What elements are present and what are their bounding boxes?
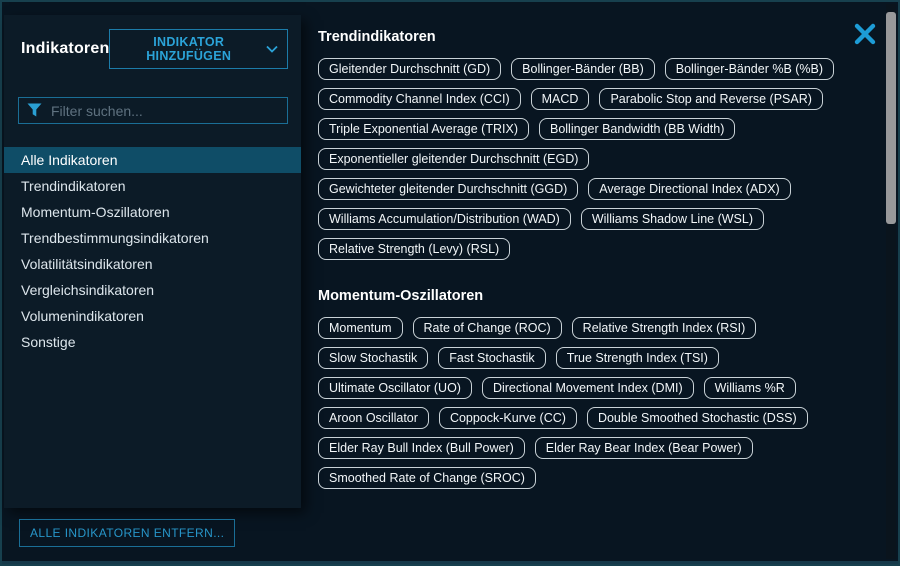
indicator-pill-commodity-channel-index-cci[interactable]: Commodity Channel Index (CCI) (318, 88, 521, 110)
sidebar-item-alle-indikatoren[interactable]: Alle Indikatoren (4, 147, 301, 173)
indicator-pill-slow-stochastik[interactable]: Slow Stochastik (318, 347, 428, 369)
sidebar-item-volatilit-tsindikatoren[interactable]: Volatilitätsindikatoren (4, 251, 301, 277)
indicator-pill-williams-accumulation-distribution-wad[interactable]: Williams Accumulation/Distribution (WAD) (318, 208, 571, 230)
pill-row: Exponentieller gleitender Durchschnitt (… (318, 148, 884, 170)
remove-all-indicators-button[interactable]: ALLE INDIKATOREN ENTFERN... (19, 519, 235, 547)
indicator-pill-directional-movement-index-dmi[interactable]: Directional Movement Index (DMI) (482, 377, 694, 399)
section-title-momentum-oszillatoren: Momentum-Oszillatoren (318, 288, 884, 304)
chevron-down-icon (266, 45, 278, 53)
indicator-pill-true-strength-index-tsi[interactable]: True Strength Index (TSI) (556, 347, 719, 369)
sidebar-header: Indikatoren INDIKATOR HINZUFÜGEN (4, 15, 301, 69)
indicator-pill-williams-shadow-line-wsl[interactable]: Williams Shadow Line (WSL) (581, 208, 764, 230)
sidebar-item-sonstige[interactable]: Sonstige (4, 329, 301, 355)
category-list: Alle IndikatorenTrendindikatorenMomentum… (4, 147, 301, 355)
page-title: Indikatoren (21, 40, 109, 58)
indicator-pill-smoothed-rate-of-change-sroc[interactable]: Smoothed Rate of Change (SROC) (318, 467, 536, 489)
indicator-pill-coppock-kurve-cc[interactable]: Coppock-Kurve (CC) (439, 407, 577, 429)
indicator-pill-momentum[interactable]: Momentum (318, 317, 403, 339)
sidebar-item-vergleichsindikatoren[interactable]: Vergleichsindikatoren (4, 277, 301, 303)
pill-row: Triple Exponential Average (TRIX) Bolling… (318, 118, 884, 140)
scrollbar[interactable] (886, 4, 896, 559)
pill-row: Slow Stochastik Fast Stochastik True Stren… (318, 347, 884, 369)
indicator-sections: Trendindikatoren Gleitender Durchschnitt … (302, 15, 884, 556)
indicator-pill-macd[interactable]: MACD (531, 88, 590, 110)
indicator-pill-bollinger-b-nder-b-b[interactable]: Bollinger-Bänder %B (%B) (665, 58, 834, 80)
pill-row: Aroon Oscillator Coppock-Kurve (CC) Double… (318, 407, 884, 429)
indicator-pill-bollinger-b-nder-bb[interactable]: Bollinger-Bänder (BB) (511, 58, 655, 80)
pill-row: Smoothed Rate of Change (SROC) (318, 467, 884, 489)
pill-row: Relative Strength (Levy) (RSL) (318, 238, 884, 260)
indicator-pill-exponentieller-gleitender-durchschnitt-egd[interactable]: Exponentieller gleitender Durchschnitt (… (318, 148, 589, 170)
pill-row: Williams Accumulation/Distribution (WAD)… (318, 208, 884, 230)
filter-search (18, 97, 288, 124)
sidebar-item-momentum-oszillatoren[interactable]: Momentum-Oszillatoren (4, 199, 301, 225)
indicator-pill-average-directional-index-adx[interactable]: Average Directional Index (ADX) (588, 178, 790, 200)
indicator-pill-relative-strength-levy-rsl[interactable]: Relative Strength (Levy) (RSL) (318, 238, 510, 260)
indicator-pill-relative-strength-index-rsi[interactable]: Relative Strength Index (RSI) (572, 317, 757, 339)
sidebar: Indikatoren INDIKATOR HINZUFÜGEN Alle In… (4, 15, 301, 508)
indicator-pill-elder-ray-bear-index-bear-power[interactable]: Elder Ray Bear Index (Bear Power) (535, 437, 753, 459)
indicator-pill-rate-of-change-roc[interactable]: Rate of Change (ROC) (413, 317, 562, 339)
sidebar-item-trendindikatoren[interactable]: Trendindikatoren (4, 173, 301, 199)
indicator-pill-bollinger-bandwidth-bb-width[interactable]: Bollinger Bandwidth (BB Width) (539, 118, 735, 140)
indicator-pill-gewichteter-gleitender-durchschnitt-ggd[interactable]: Gewichteter gleitender Durchschnitt (GGD… (318, 178, 578, 200)
pill-row: Ultimate Oscillator (UO) Directional Move… (318, 377, 884, 399)
indicator-pill-ultimate-oscillator-uo[interactable]: Ultimate Oscillator (UO) (318, 377, 472, 399)
indicator-pill-williams-r[interactable]: Williams %R (704, 377, 796, 399)
indicator-pill-aroon-oscillator[interactable]: Aroon Oscillator (318, 407, 429, 429)
pill-row: Elder Ray Bull Index (Bull Power) Elder R… (318, 437, 884, 459)
close-button[interactable] (854, 23, 876, 45)
sidebar-item-trendbestimmungsindikatoren[interactable]: Trendbestimmungsindikatoren (4, 225, 301, 251)
scrollbar-thumb[interactable] (886, 12, 896, 224)
section-title-trendindikatoren: Trendindikatoren (318, 29, 884, 45)
filter-search-input[interactable] (18, 97, 288, 124)
add-indicator-button-label: INDIKATOR HINZUFÜGEN (119, 35, 258, 63)
indicator-dialog: Indikatoren INDIKATOR HINZUFÜGEN Alle In… (0, 0, 900, 566)
pill-row: Commodity Channel Index (CCI) MACD Parabol… (318, 88, 884, 110)
indicator-pill-parabolic-stop-and-reverse-psar[interactable]: Parabolic Stop and Reverse (PSAR) (599, 88, 822, 110)
add-indicator-button[interactable]: INDIKATOR HINZUFÜGEN (109, 29, 288, 69)
indicator-pill-triple-exponential-average-trix[interactable]: Triple Exponential Average (TRIX) (318, 118, 529, 140)
indicator-pill-elder-ray-bull-index-bull-power[interactable]: Elder Ray Bull Index (Bull Power) (318, 437, 525, 459)
close-icon (854, 33, 876, 48)
pill-row: Gleitender Durchschnitt (GD) Bollinger-Bä… (318, 58, 884, 80)
indicator-pill-double-smoothed-stochastic-dss[interactable]: Double Smoothed Stochastic (DSS) (587, 407, 808, 429)
indicator-pill-fast-stochastik[interactable]: Fast Stochastik (438, 347, 545, 369)
sidebar-item-volumenindikatoren[interactable]: Volumenindikatoren (4, 303, 301, 329)
indicator-pill-gleitender-durchschnitt-gd[interactable]: Gleitender Durchschnitt (GD) (318, 58, 501, 80)
pill-row: Momentum Rate of Change (ROC) Relative Str… (318, 317, 884, 339)
pill-row: Gewichteter gleitender Durchschnitt (GGD… (318, 178, 884, 200)
filter-funnel-icon (27, 103, 42, 122)
